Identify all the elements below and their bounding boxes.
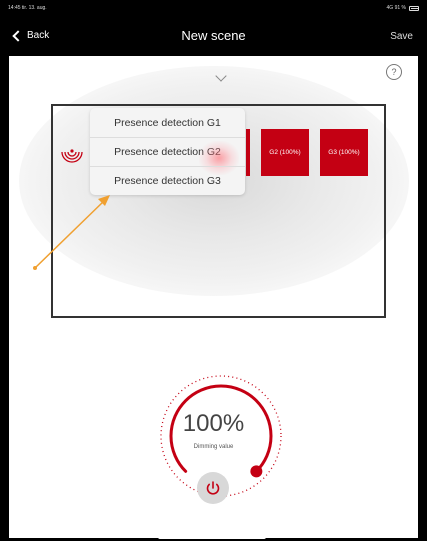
- status-indicators: 4G 91 %: [387, 5, 419, 11]
- menu-item-presence-g2[interactable]: Presence detection G2: [90, 137, 245, 175]
- group-g2-button[interactable]: G2 (100%): [261, 129, 309, 176]
- save-button[interactable]: Save: [390, 31, 413, 42]
- home-indicator: [158, 535, 266, 539]
- dimming-value: 100%: [182, 410, 245, 437]
- dimming-label: Dimming value: [193, 444, 234, 450]
- power-icon: [206, 481, 220, 495]
- status-bar: 14:45 tir. 13. aug. 4G 91 %: [0, 0, 427, 18]
- navigation-bar: Back New scene Save: [0, 18, 427, 56]
- presence-detection-menu: Presence detection G1 Presence detection…: [90, 108, 245, 195]
- group-indicator-bar: [246, 129, 250, 176]
- menu-item-presence-g1[interactable]: Presence detection G1: [90, 108, 245, 137]
- status-time: 14:45 tir. 13. aug.: [8, 5, 47, 11]
- presence-sensor-icon[interactable]: [59, 142, 85, 166]
- dimming-knob[interactable]: [250, 465, 263, 478]
- help-icon[interactable]: ?: [386, 64, 402, 80]
- power-button[interactable]: [197, 472, 229, 504]
- group-g3-button[interactable]: G3 (100%): [320, 129, 368, 176]
- menu-item-presence-g3[interactable]: Presence detection G3: [90, 166, 245, 195]
- scene-editor: ? G2 (100%) G3 (100%) Presence detection…: [9, 56, 418, 538]
- page-title: New scene: [181, 28, 246, 43]
- signal-text: 4G 91 %: [386, 5, 406, 11]
- battery-icon: [409, 5, 419, 11]
